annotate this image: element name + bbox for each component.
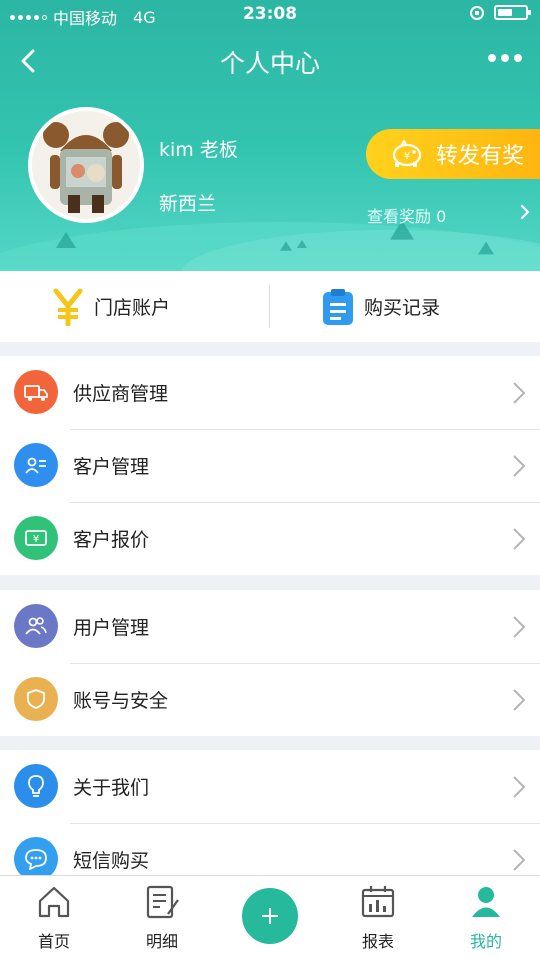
add-button[interactable] xyxy=(242,888,298,944)
menu-label: 短信购买 xyxy=(73,850,150,872)
svg-text:¥: ¥ xyxy=(33,534,39,545)
chevron-right-icon[interactable] xyxy=(518,204,532,220)
home-icon xyxy=(38,886,70,918)
chevron-right-icon xyxy=(513,616,526,638)
tab-label: 首页 xyxy=(37,932,70,951)
menu-label: 供应商管理 xyxy=(73,383,169,405)
more-dots-icon xyxy=(488,54,496,62)
view-rewards-link[interactable]: 查看奖励 0 xyxy=(367,203,446,227)
users-icon xyxy=(14,604,58,648)
battery-icon xyxy=(494,5,531,20)
menu-item-account-security[interactable]: 账号与安全 xyxy=(0,663,540,736)
decor-triangle xyxy=(56,232,76,248)
decor-triangle xyxy=(280,241,292,251)
chevron-right-icon xyxy=(513,689,526,711)
quick-actions: 门店账户 购买记录 xyxy=(0,271,540,342)
menu-item-about-us[interactable]: 关于我们 xyxy=(0,750,540,823)
shield-icon xyxy=(14,677,58,721)
menu-item-customer-quote[interactable]: ¥ 客户报价 xyxy=(0,502,540,575)
menu-item-supplier-management[interactable]: 供应商管理 xyxy=(0,356,540,429)
piggy-bank-icon: ¥ xyxy=(392,140,422,167)
tab-label: 报表 xyxy=(361,932,394,951)
purchase-records-button[interactable]: 购买记录 xyxy=(322,271,440,342)
status-bar: 中国移动 4G 23:08 xyxy=(0,0,540,30)
decor-triangle xyxy=(297,240,307,248)
menu-label: 关于我们 xyxy=(73,777,150,799)
menu-item-customer-management[interactable]: 客户管理 xyxy=(0,429,540,502)
truck-icon xyxy=(14,370,58,414)
profile-icon xyxy=(472,887,500,917)
store-account-button[interactable]: 门店账户 xyxy=(52,271,170,342)
tab-label: 明细 xyxy=(145,932,178,951)
edit-list-icon xyxy=(146,885,179,919)
avatar-image xyxy=(32,111,140,219)
chevron-right-icon xyxy=(513,382,526,404)
menu-group-account: 用户管理 账号与安全 xyxy=(0,590,540,736)
tab-label: 我的 xyxy=(469,932,502,951)
menu-item-user-management[interactable]: 用户管理 xyxy=(0,590,540,663)
lightbulb-icon xyxy=(14,764,58,808)
tab-home[interactable]: 首页 xyxy=(0,876,108,960)
menu-label: 用户管理 xyxy=(73,617,150,639)
chevron-right-icon xyxy=(513,528,526,550)
profile-header: 中国移动 4G 23:08 个人中心 kim 老板 新西兰 ¥ 转发有奖 查看奖… xyxy=(0,0,540,271)
tab-reports[interactable]: 报表 xyxy=(324,876,432,960)
chevron-right-icon xyxy=(513,776,526,798)
yuan-icon xyxy=(53,288,83,326)
rotation-lock-icon xyxy=(470,5,484,20)
store-account-label: 门店账户 xyxy=(94,297,171,319)
menu-label: 账号与安全 xyxy=(73,690,169,712)
menu-label: 客户管理 xyxy=(73,456,150,478)
tab-details[interactable]: 明细 xyxy=(108,876,216,960)
report-chart-icon xyxy=(361,886,395,918)
decor-triangle xyxy=(478,241,494,255)
nav-bar: 个人中心 xyxy=(0,38,540,84)
clipboard-icon xyxy=(323,288,353,325)
contact-card-icon xyxy=(14,443,58,487)
purchase-records-label: 购买记录 xyxy=(364,297,441,319)
share-reward-label: 转发有奖 xyxy=(436,144,525,169)
tab-mine[interactable]: 我的 xyxy=(432,876,540,960)
price-tag-icon: ¥ xyxy=(14,516,58,560)
chevron-right-icon xyxy=(513,849,526,871)
avatar[interactable] xyxy=(28,107,144,223)
page-title: 个人中心 xyxy=(219,49,320,78)
user-name: kim 老板 xyxy=(159,139,238,161)
user-location: 新西兰 xyxy=(159,193,217,215)
svg-text:¥: ¥ xyxy=(404,151,410,162)
menu-group-management: 供应商管理 客户管理 ¥ 客户报价 xyxy=(0,356,540,575)
more-button[interactable] xyxy=(488,54,522,62)
menu-label: 客户报价 xyxy=(73,529,150,551)
share-reward-button[interactable]: ¥ 转发有奖 xyxy=(366,129,540,179)
divider xyxy=(269,285,270,328)
chevron-right-icon xyxy=(513,455,526,477)
clock: 23:08 xyxy=(242,4,298,24)
